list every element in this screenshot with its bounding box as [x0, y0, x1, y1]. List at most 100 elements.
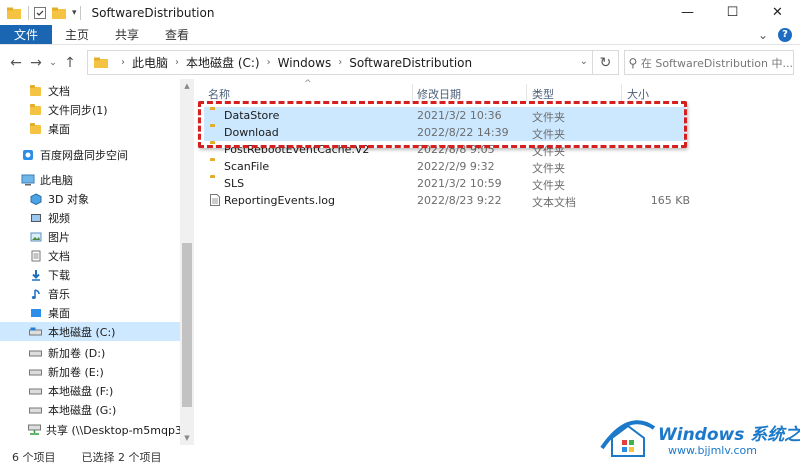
file-row-reportingevents-log[interactable]: ReportingEvents.log 2022/8/23 9:22 文本文档 …	[204, 192, 690, 209]
nav-item-label: 音乐	[48, 287, 70, 301]
refresh-icon[interactable]: ↻	[592, 51, 618, 74]
file-row-sls[interactable]: SLS 2021/3/2 10:59 文件夹	[204, 175, 686, 192]
nav-item-label: 文件同步(1)	[48, 103, 108, 117]
folder-icon	[210, 177, 221, 189]
nav-item-label: 本地磁盘 (F:)	[48, 384, 114, 398]
address-bar[interactable]: › 此电脑 › 本地磁盘 (C:) › Windows › SoftwareDi…	[87, 50, 619, 75]
folder-icon	[28, 84, 43, 97]
nav-item-label: 文档	[48, 84, 70, 98]
nav-item-local-disk-f[interactable]: 本地磁盘 (F:)	[0, 381, 180, 400]
scroll-down-arrow-icon[interactable]: ▼	[180, 431, 194, 445]
breadcrumb-windows[interactable]: Windows	[278, 56, 332, 70]
customize-toolbar-dropdown-icon[interactable]: ▾	[72, 8, 77, 18]
computer-icon	[20, 173, 35, 186]
nav-item-documents-pinned[interactable]: 文档	[0, 81, 180, 100]
help-icon[interactable]: ?	[778, 27, 792, 42]
breadcrumb-softwaredistribution[interactable]: SoftwareDistribution	[349, 56, 472, 70]
file-name: SLS	[224, 177, 245, 190]
properties-icon[interactable]	[32, 5, 48, 21]
file-row-scanfile[interactable]: ScanFile 2022/2/9 9:32 文件夹	[204, 158, 686, 175]
nav-item-label: 新加卷 (E:)	[48, 365, 104, 379]
watermark-title: Windows 系统之家	[658, 425, 800, 445]
breadcrumb-this-pc[interactable]: 此电脑	[132, 54, 168, 71]
nav-item-baidu-sync[interactable]: 百度网盘同步空间	[0, 145, 180, 164]
folder-icon	[28, 103, 43, 116]
nav-item-this-pc[interactable]: 此电脑	[0, 170, 180, 189]
nav-item-pictures[interactable]: 图片	[0, 227, 180, 246]
nav-item-network-share-z[interactable]: 共享 (\\Desktop-m5mqp3f) (Z	[0, 420, 180, 439]
nav-item-label: 图片	[48, 230, 70, 244]
quick-access-toolbar: ▾	[0, 0, 84, 25]
nav-item-downloads[interactable]: 下载	[0, 265, 180, 284]
nav-item-desktop[interactable]: 桌面	[0, 303, 180, 322]
nav-item-volume-d[interactable]: 新加卷 (D:)	[0, 343, 180, 362]
documents-icon	[28, 249, 43, 262]
navigation-pane: 文档 文件同步(1) 桌面 百度网盘同步空间 此电脑 3D 对象 视频 图片 文…	[0, 79, 180, 445]
scrollbar-thumb[interactable]	[182, 243, 192, 407]
file-date: 2022/2/9 9:32	[417, 160, 495, 173]
breadcrumb-local-disk-c[interactable]: 本地磁盘 (C:)	[186, 54, 260, 71]
nav-item-file-sync[interactable]: 文件同步(1)	[0, 100, 180, 119]
column-divider[interactable]	[621, 84, 622, 102]
watermark-url: www.bjjmlv.com	[668, 444, 757, 457]
scroll-up-arrow-icon[interactable]: ▲	[180, 79, 194, 93]
maximize-button[interactable]: ☐	[710, 0, 755, 25]
text-file-icon	[210, 194, 221, 206]
nav-item-local-disk-c[interactable]: 本地磁盘 (C:)	[0, 322, 180, 341]
tab-share[interactable]: 共享	[102, 25, 152, 44]
nav-item-local-disk-g[interactable]: 本地磁盘 (G:)	[0, 400, 180, 419]
file-type: 文件夹	[532, 162, 565, 175]
folder-icon	[7, 7, 21, 19]
file-type: 文本文档	[532, 196, 576, 209]
close-button[interactable]: ✕	[755, 0, 800, 25]
address-dropdown-icon[interactable]: ⌄	[580, 56, 588, 67]
nav-item-3d-objects[interactable]: 3D 对象	[0, 189, 180, 208]
new-folder-icon[interactable]	[51, 5, 67, 21]
sort-ascending-icon: ^	[304, 79, 312, 89]
nav-item-label: 新加卷 (D:)	[48, 346, 106, 360]
breadcrumb: › 此电脑 › 本地磁盘 (C:) › Windows › SoftwareDi…	[114, 54, 472, 71]
drive-icon	[28, 365, 43, 378]
column-divider[interactable]	[526, 84, 527, 102]
up-arrow-icon[interactable]: ↑	[60, 55, 80, 71]
navigation-bar: ← → ⌄ ↑ › 此电脑 › 本地磁盘 (C:) › Windows › So…	[0, 46, 800, 79]
folder-icon	[210, 160, 221, 172]
search-box[interactable]: ⚲ 在 SoftwareDistribution 中...	[624, 50, 794, 75]
search-input[interactable]: 在 SoftwareDistribution 中...	[641, 55, 793, 71]
nav-item-volume-e[interactable]: 新加卷 (E:)	[0, 362, 180, 381]
nav-item-label: 桌面	[48, 122, 70, 136]
chevron-right-icon: ›	[338, 57, 343, 68]
minimize-button[interactable]: —	[665, 0, 710, 25]
nav-item-documents[interactable]: 文档	[0, 246, 180, 265]
ribbon-tabs: 文件 主页 共享 查看 ⌄ ?	[0, 25, 800, 45]
nav-pane-scrollbar[interactable]: ▲ ▼	[180, 79, 194, 445]
pictures-icon	[28, 230, 43, 243]
tab-view[interactable]: 查看	[152, 25, 202, 44]
download-icon	[28, 268, 43, 281]
toolbar-divider	[79, 5, 81, 20]
toolbar-divider	[28, 5, 29, 20]
nav-item-videos[interactable]: 视频	[0, 208, 180, 227]
file-size: 165 KB	[650, 194, 690, 207]
nav-item-label: 桌面	[48, 306, 70, 320]
title-bar: ▾ SoftwareDistribution — ☐ ✕	[0, 0, 800, 25]
expand-ribbon-icon[interactable]: ⌄	[758, 28, 768, 42]
folder-icon	[94, 57, 108, 68]
drive-icon	[28, 346, 43, 359]
search-icon: ⚲	[628, 55, 638, 70]
back-arrow-icon[interactable]: ←	[6, 55, 26, 71]
tab-home[interactable]: 主页	[52, 25, 102, 44]
chevron-right-icon: ›	[266, 57, 271, 68]
nav-item-desktop-pinned[interactable]: 桌面	[0, 119, 180, 138]
column-divider[interactable]	[412, 84, 413, 102]
file-name: ReportingEvents.log	[224, 194, 335, 207]
nav-item-label: 本地磁盘 (G:)	[48, 403, 117, 417]
forward-arrow-icon[interactable]: →	[26, 55, 46, 71]
nav-item-music[interactable]: 音乐	[0, 284, 180, 303]
recent-locations-dropdown-icon[interactable]: ⌄	[46, 58, 60, 68]
tab-file[interactable]: 文件	[0, 25, 53, 44]
drive-icon	[28, 403, 43, 416]
file-date: 2021/3/2 10:59	[417, 177, 502, 190]
nav-item-label: 本地磁盘 (C:)	[48, 325, 116, 339]
cube-3d-icon	[28, 192, 43, 205]
